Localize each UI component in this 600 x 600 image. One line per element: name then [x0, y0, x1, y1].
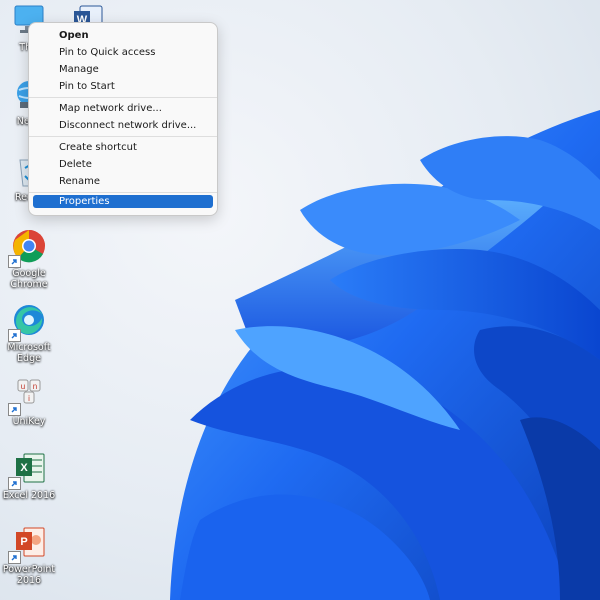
unikey-shortcut[interactable]: u n i UniKey	[0, 376, 58, 427]
powerpoint-2016-label: PowerPoint 2016	[2, 564, 56, 586]
menu-separator	[29, 192, 217, 193]
excel-icon: X	[8, 450, 48, 490]
unikey-label: UniKey	[12, 416, 46, 427]
menu-item-disconnect-network-drive[interactable]: Disconnect network drive...	[33, 117, 213, 134]
powerpoint-icon: P	[8, 524, 48, 564]
google-chrome-shortcut[interactable]: Google Chrome	[0, 228, 58, 290]
microsoft-edge-label: Microsoft Edge	[7, 342, 51, 364]
menu-item-open[interactable]: Open	[33, 27, 213, 44]
chrome-icon	[8, 228, 48, 268]
shortcut-arrow-icon	[8, 329, 21, 342]
menu-separator	[29, 136, 217, 137]
desktop[interactable]: This W Netw Recyc	[0, 0, 600, 600]
menu-item-create-shortcut[interactable]: Create shortcut	[33, 139, 213, 156]
microsoft-edge-shortcut[interactable]: Microsoft Edge	[0, 302, 58, 364]
svg-text:i: i	[28, 394, 30, 403]
menu-item-properties[interactable]: Properties	[33, 195, 213, 208]
shortcut-arrow-icon	[8, 551, 21, 564]
google-chrome-label: Google Chrome	[10, 268, 48, 290]
unikey-icon: u n i	[8, 376, 48, 416]
menu-item-pin-to-start[interactable]: Pin to Start	[33, 78, 213, 95]
menu-separator	[29, 97, 217, 98]
excel-2016-label: Excel 2016	[2, 490, 56, 501]
excel-2016-shortcut[interactable]: X Excel 2016	[0, 450, 58, 501]
menu-item-map-network-drive[interactable]: Map network drive...	[33, 100, 213, 117]
menu-item-rename[interactable]: Rename	[33, 173, 213, 190]
svg-text:n: n	[33, 382, 37, 391]
context-menu: Open Pin to Quick access Manage Pin to S…	[28, 22, 218, 216]
powerpoint-2016-shortcut[interactable]: P PowerPoint 2016	[0, 524, 58, 586]
shortcut-arrow-icon	[8, 255, 21, 268]
shortcut-arrow-icon	[8, 403, 21, 416]
edge-icon	[8, 302, 48, 342]
svg-text:X: X	[20, 462, 28, 474]
svg-text:u: u	[21, 382, 25, 391]
shortcut-arrow-icon	[8, 477, 21, 490]
menu-item-delete[interactable]: Delete	[33, 156, 213, 173]
menu-item-manage[interactable]: Manage	[33, 61, 213, 78]
svg-text:P: P	[20, 536, 27, 548]
menu-item-pin-quick-access[interactable]: Pin to Quick access	[33, 44, 213, 61]
